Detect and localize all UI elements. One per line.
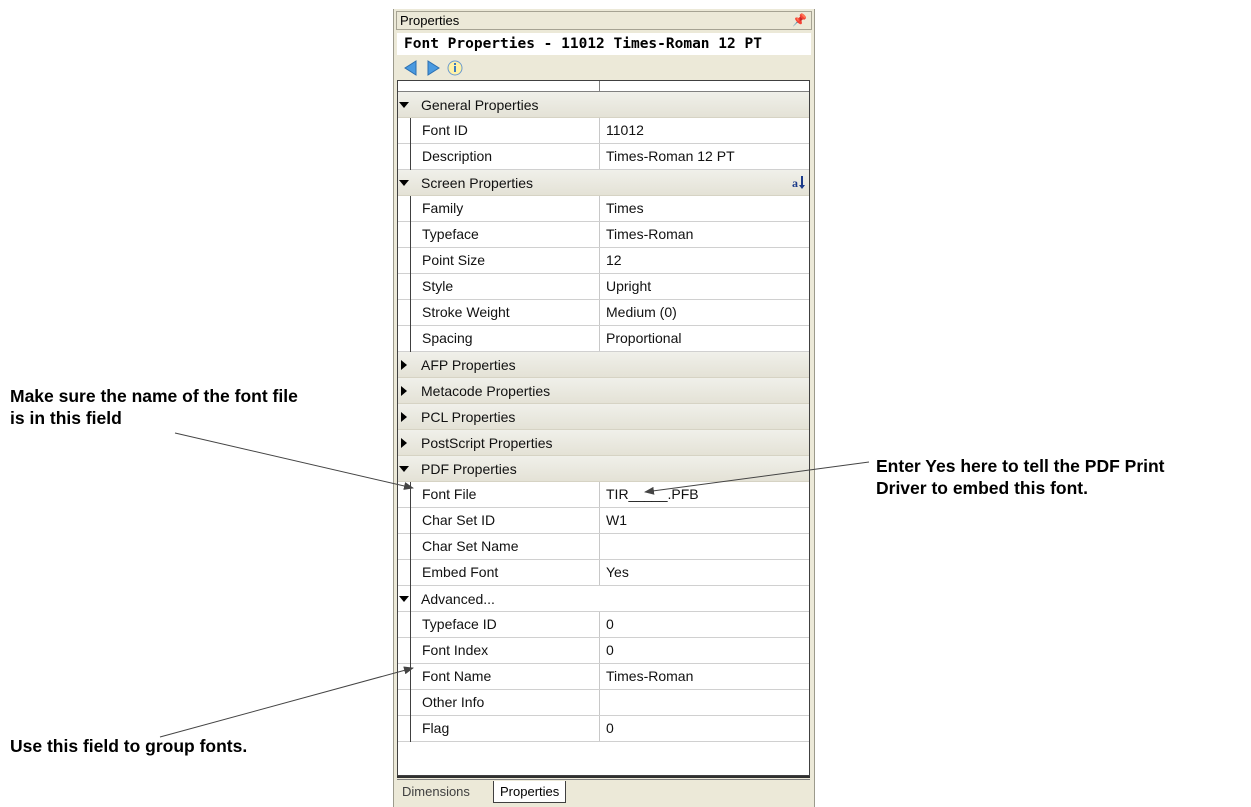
arrow-font-file [174, 432, 414, 490]
callout-arrows [159, 432, 870, 738]
arrow-embed-font [644, 461, 870, 495]
arrow-group-fonts [159, 666, 414, 738]
